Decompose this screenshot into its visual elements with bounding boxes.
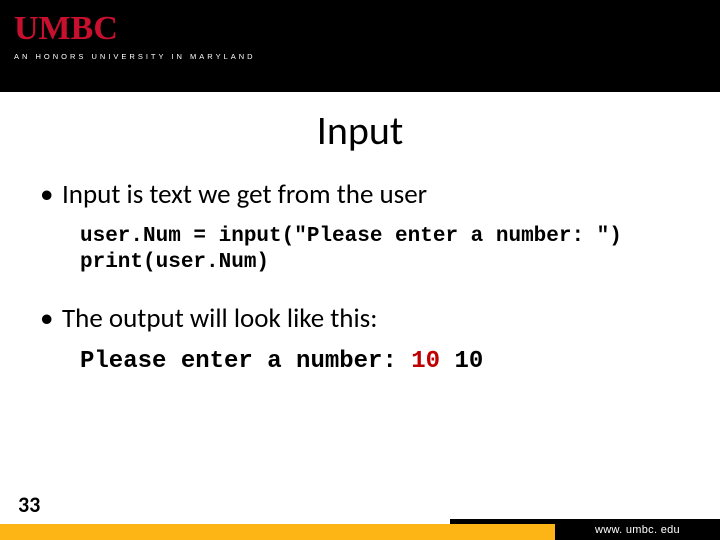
output-echo: 10 (454, 348, 483, 375)
output-user-typed: 10 (411, 348, 440, 375)
footer: www. umbc. edu (0, 516, 720, 540)
output-block: Please enter a number: 10 10 (40, 348, 700, 377)
logo-area: UMBC AN HONORS UNIVERSITY IN MARYLAND (14, 12, 256, 61)
code-block-1: user.Num = input("Please enter a number:… (40, 224, 700, 277)
footer-url: www. umbc. edu (595, 524, 680, 536)
page-number: 33 (18, 491, 40, 518)
code-line-2: print(user.Num) (80, 251, 269, 274)
bullet-1: Input is text we get from the user (40, 179, 700, 210)
logo-text: UMBC (14, 12, 256, 46)
slide-body: Input is text we get from the user user.… (0, 179, 720, 376)
bullet-2: The output will look like this: (40, 303, 700, 334)
footer-url-box: www. umbc. edu (555, 519, 720, 540)
output-prompt: Please enter a number: (80, 348, 411, 375)
header-bar: UMBC AN HONORS UNIVERSITY IN MARYLAND (0, 0, 720, 92)
slide: UMBC AN HONORS UNIVERSITY IN MARYLAND In… (0, 0, 720, 540)
code-line-1: user.Num = input("Please enter a number:… (80, 225, 622, 248)
slide-title: Input (0, 106, 720, 155)
logo-tagline: AN HONORS UNIVERSITY IN MARYLAND (14, 52, 256, 61)
